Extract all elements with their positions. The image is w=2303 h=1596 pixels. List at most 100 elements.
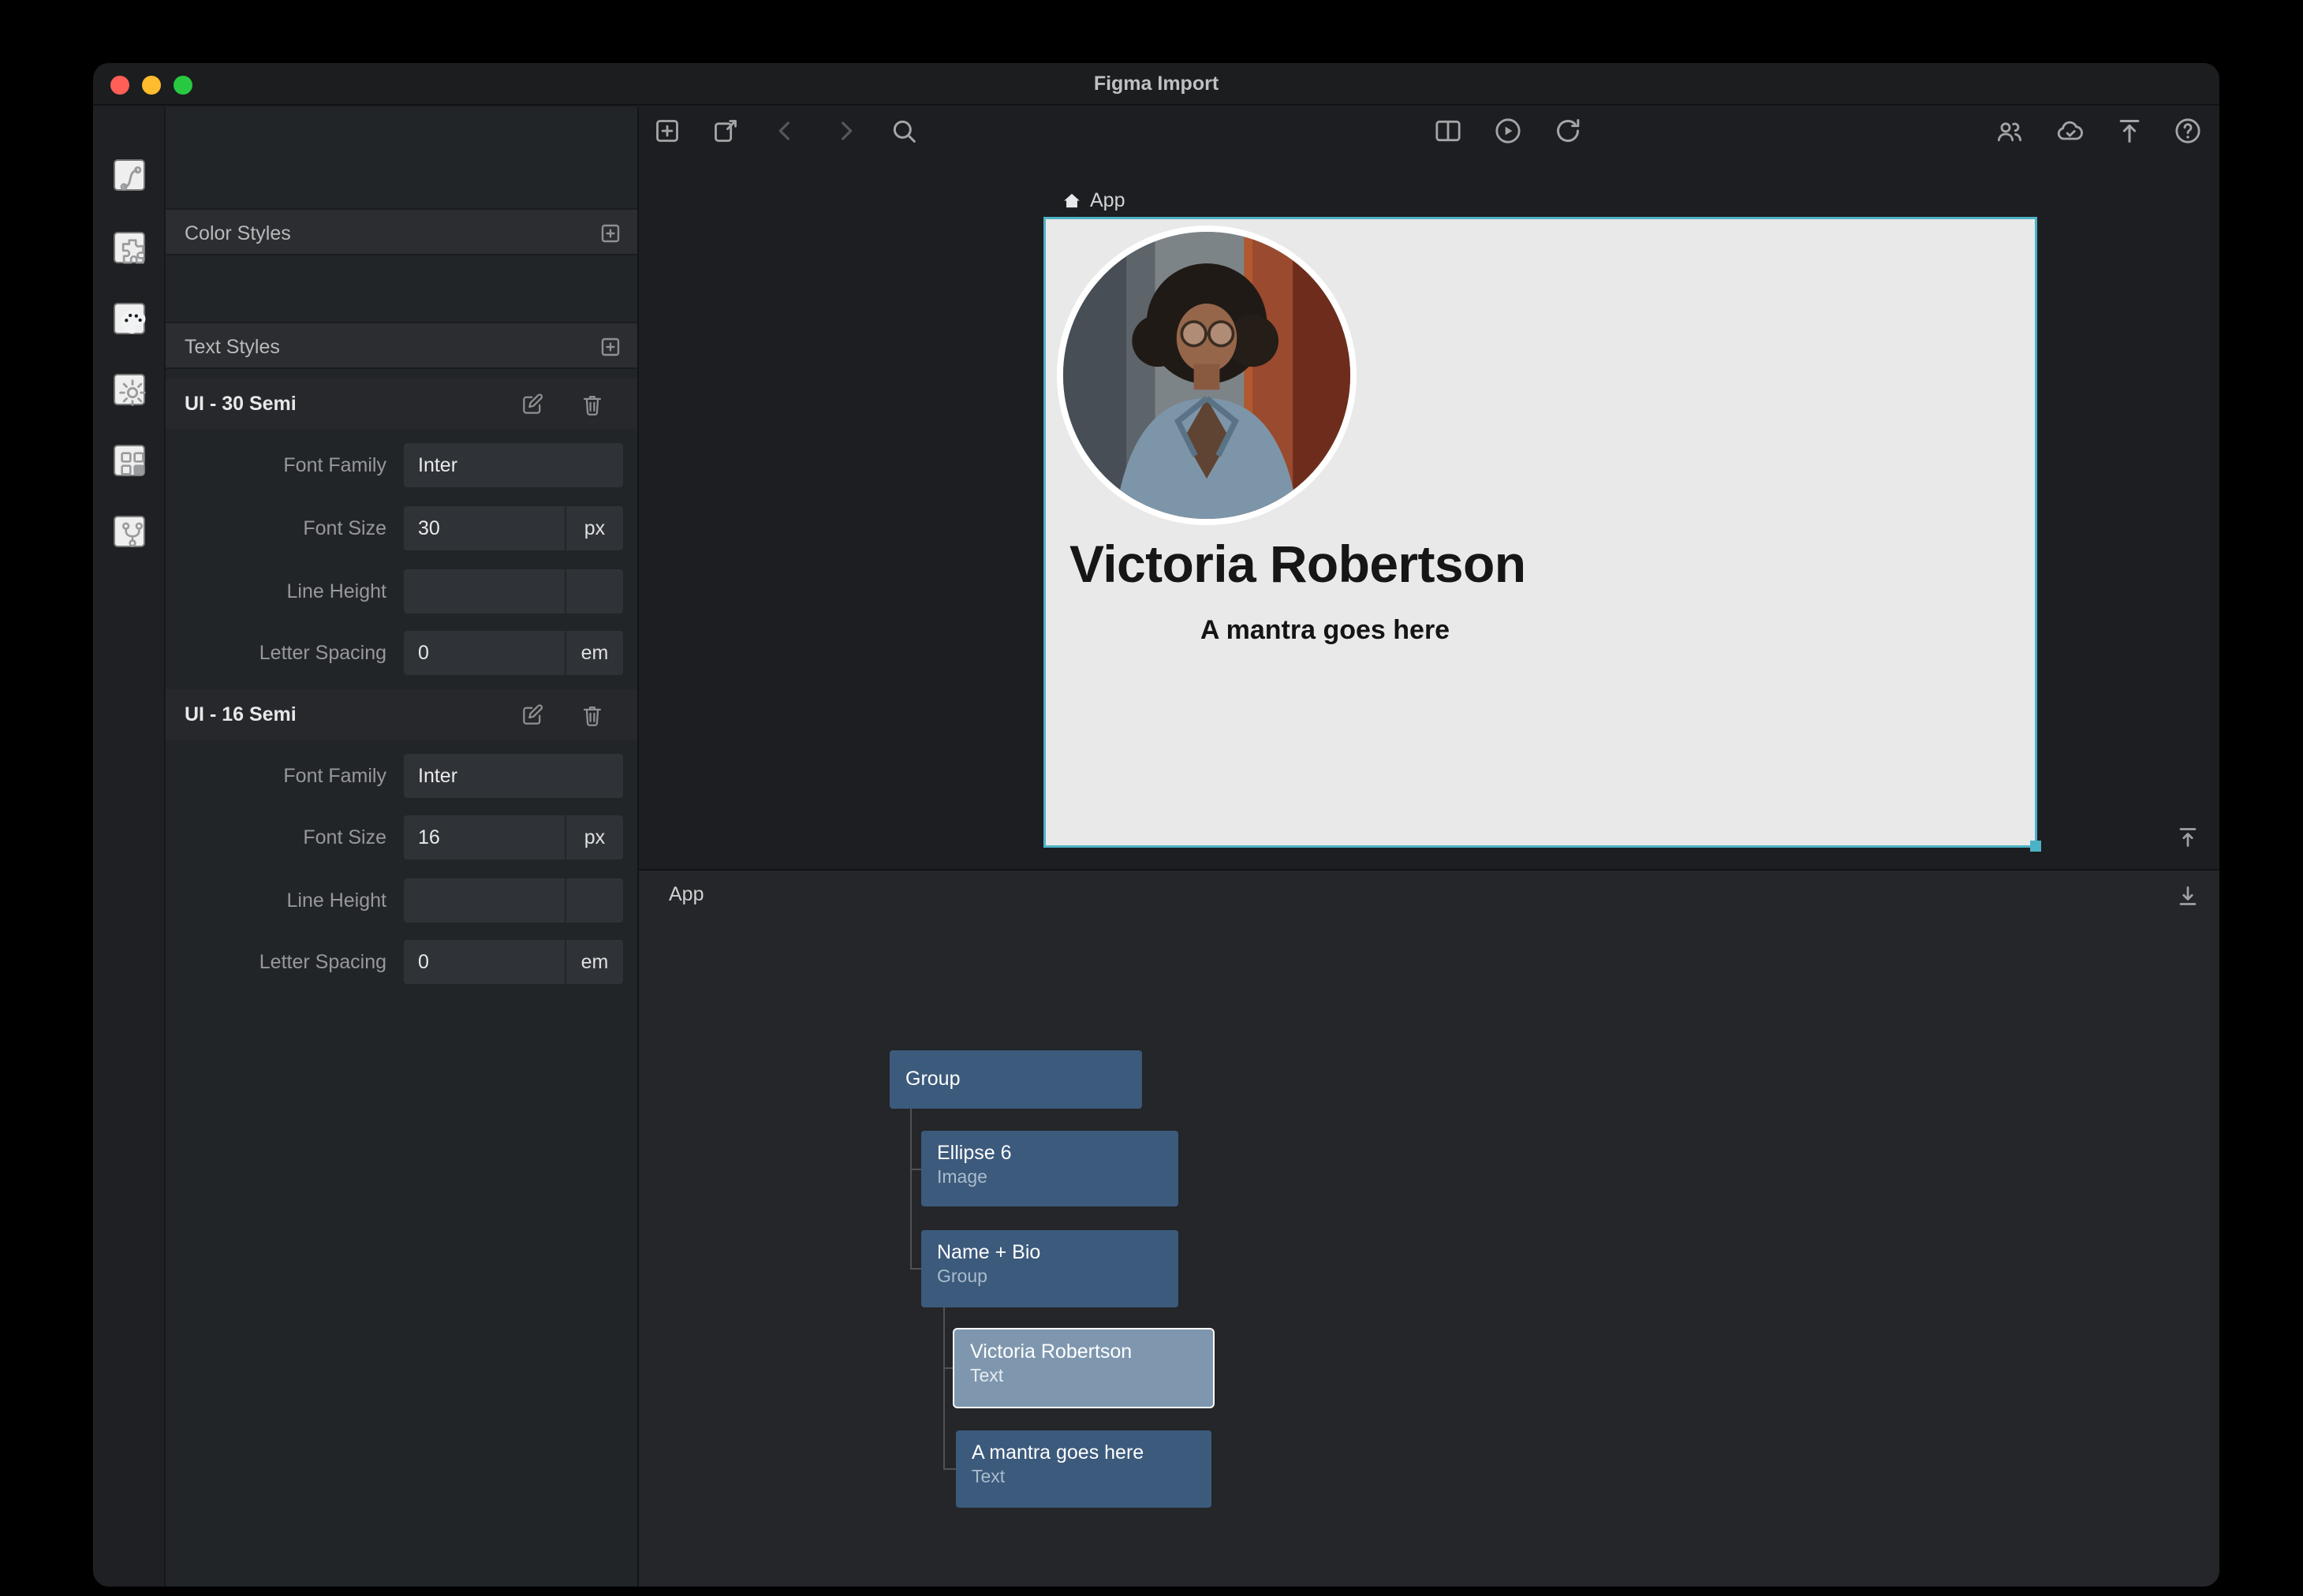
window-title: Figma Import bbox=[93, 63, 2219, 106]
letter-spacing-label: Letter Spacing bbox=[166, 629, 386, 677]
collapse-down-icon[interactable] bbox=[2174, 882, 2202, 910]
help-icon[interactable] bbox=[2172, 115, 2204, 147]
color-styles-section-header: Color Styles bbox=[166, 208, 637, 255]
titlebar: Figma Import bbox=[93, 63, 2219, 106]
style-item-ui-30-semi[interactable]: UI - 30 Semi bbox=[166, 378, 637, 429]
ui-30-font-family-input[interactable]: Inter bbox=[404, 443, 623, 487]
layer-node-victoria-robertson[interactable]: Victoria Robertson Text bbox=[954, 1329, 1213, 1407]
styles-palette-icon[interactable] bbox=[114, 303, 145, 334]
font-size-label: Font Size bbox=[166, 814, 386, 861]
ui-16-font-family-input[interactable]: Inter bbox=[404, 754, 623, 798]
field-row-font-size: Font Size 16 px bbox=[166, 814, 637, 861]
cloud-sync-icon[interactable] bbox=[2054, 115, 2085, 147]
delete-style-icon[interactable] bbox=[579, 702, 606, 729]
field-row-letter-spacing: Letter Spacing 0 em bbox=[166, 629, 637, 677]
resize-handle[interactable] bbox=[2030, 841, 2041, 852]
ui-16-line-height-input[interactable] bbox=[404, 878, 565, 923]
layers-panel-title: App bbox=[669, 883, 704, 905]
layers-panel: App Group Ellipse 6 bbox=[639, 869, 2219, 1587]
tree-connector bbox=[910, 1109, 912, 1270]
line-height-unit bbox=[566, 878, 623, 923]
collaborators-icon[interactable] bbox=[1994, 115, 2025, 147]
letter-spacing-value: 0 bbox=[404, 631, 565, 675]
node-title: Victoria Robertson bbox=[970, 1341, 1132, 1363]
refresh-icon[interactable] bbox=[1552, 115, 1584, 147]
avatar bbox=[1057, 226, 1357, 525]
edit-style-icon[interactable] bbox=[519, 702, 546, 729]
search-icon[interactable] bbox=[888, 115, 920, 147]
preview-mantra-text[interactable]: A mantra goes here bbox=[1069, 615, 1581, 647]
field-row-font-size: Font Size 30 px bbox=[166, 505, 637, 552]
line-height-label: Line Height bbox=[166, 877, 386, 924]
ui-16-letter-spacing-input[interactable]: 0 bbox=[404, 940, 565, 984]
font-size-value: 16 bbox=[404, 815, 565, 860]
font-family-value: Inter bbox=[404, 754, 623, 798]
breadcrumb-label: App bbox=[1090, 189, 1125, 211]
tool-rail bbox=[93, 107, 166, 1587]
node-title: Ellipse 6 bbox=[937, 1142, 1012, 1164]
tree-connector bbox=[910, 1268, 921, 1270]
import-clipboard-icon[interactable] bbox=[710, 115, 741, 147]
nav-forward-icon[interactable] bbox=[830, 115, 861, 147]
style-name: UI - 30 Semi bbox=[185, 378, 297, 429]
delete-style-icon[interactable] bbox=[579, 391, 606, 418]
main-area: App bbox=[639, 107, 2219, 1587]
ui-30-font-size-input[interactable]: 30 bbox=[404, 506, 565, 550]
layer-node-ellipse-6[interactable]: Ellipse 6 Image bbox=[921, 1131, 1178, 1206]
plugins-icon[interactable] bbox=[114, 232, 145, 263]
text-styles-title: Text Styles bbox=[185, 323, 280, 371]
ui-30-line-height-input[interactable] bbox=[404, 569, 565, 613]
tree-connector bbox=[943, 1367, 954, 1369]
preview-name-text[interactable]: Victoria Robertson bbox=[1069, 535, 1581, 595]
styles-panel: Color Styles Text Styles UI - 30 Semi bbox=[166, 107, 639, 1587]
add-text-style-button[interactable] bbox=[598, 334, 623, 360]
canvas: App bbox=[639, 107, 2219, 869]
ui-16-font-size-input[interactable]: 16 bbox=[404, 815, 565, 860]
split-view-icon[interactable] bbox=[1432, 115, 1464, 147]
ui-30-letter-spacing-input[interactable]: 0 bbox=[404, 631, 565, 675]
letter-spacing-label: Letter Spacing bbox=[166, 938, 386, 986]
layer-node-mantra[interactable]: A mantra goes here Text bbox=[956, 1430, 1211, 1508]
add-color-style-button[interactable] bbox=[598, 221, 623, 246]
upload-icon[interactable] bbox=[2114, 115, 2145, 147]
node-title: A mantra goes here bbox=[972, 1441, 1144, 1464]
add-frame-icon[interactable] bbox=[651, 115, 683, 147]
line-height-unit bbox=[566, 569, 623, 613]
node-subtitle: Image bbox=[937, 1169, 987, 1188]
breadcrumb[interactable]: App bbox=[1062, 185, 1125, 216]
app-window: Figma Import bbox=[93, 63, 2219, 1587]
node-subtitle: Group bbox=[937, 1268, 987, 1287]
settings-gear-icon[interactable] bbox=[114, 374, 145, 405]
tree-connector bbox=[943, 1307, 945, 1470]
home-icon bbox=[1062, 191, 1082, 211]
font-size-unit: px bbox=[566, 815, 623, 860]
letter-spacing-value: 0 bbox=[404, 940, 565, 984]
field-row-font-family: Font Family Inter bbox=[166, 442, 637, 489]
field-row-line-height: Line Height bbox=[166, 568, 637, 615]
layer-node-name-bio[interactable]: Name + Bio Group bbox=[921, 1230, 1178, 1307]
preview-text-block: Victoria Robertson A mantra goes here bbox=[1069, 535, 1581, 647]
field-row-letter-spacing: Letter Spacing 0 em bbox=[166, 938, 637, 986]
font-size-unit: px bbox=[566, 506, 623, 550]
vector-tool-icon[interactable] bbox=[114, 159, 145, 191]
letter-spacing-unit: em bbox=[566, 631, 623, 675]
node-title: Group bbox=[905, 1067, 961, 1089]
field-row-font-family: Font Family Inter bbox=[166, 752, 637, 800]
node-title: Name + Bio bbox=[937, 1241, 1040, 1263]
preview-card[interactable]: Victoria Robertson A mantra goes here bbox=[1046, 219, 2035, 845]
font-size-label: Font Size bbox=[166, 505, 386, 552]
font-size-value: 30 bbox=[404, 506, 565, 550]
version-branch-icon[interactable] bbox=[114, 516, 145, 547]
components-icon[interactable] bbox=[114, 445, 145, 476]
style-item-ui-16-semi[interactable]: UI - 16 Semi bbox=[166, 689, 637, 740]
nav-back-icon[interactable] bbox=[770, 115, 801, 147]
line-height-label: Line Height bbox=[166, 568, 386, 615]
edit-style-icon[interactable] bbox=[519, 391, 546, 418]
play-icon[interactable] bbox=[1492, 115, 1524, 147]
layer-node-group[interactable]: Group bbox=[890, 1050, 1142, 1109]
field-row-line-height: Line Height bbox=[166, 877, 637, 924]
collapse-up-icon[interactable] bbox=[2174, 823, 2202, 852]
color-styles-title: Color Styles bbox=[185, 210, 291, 257]
node-subtitle: Text bbox=[970, 1367, 1003, 1386]
style-name: UI - 16 Semi bbox=[185, 689, 297, 740]
